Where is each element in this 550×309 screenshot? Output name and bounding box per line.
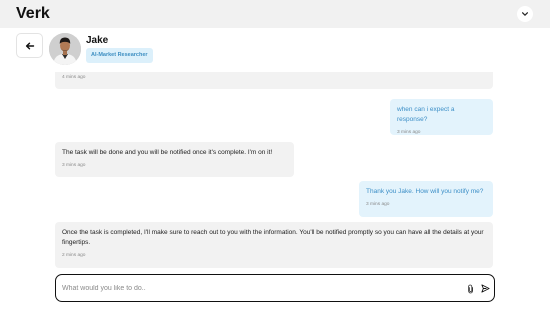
message-input[interactable] (62, 282, 442, 295)
send-icon (481, 284, 490, 293)
arrow-left-icon (25, 42, 34, 49)
agent-role-badge: AI-Market Researcher (86, 48, 153, 63)
back-button[interactable] (16, 33, 43, 58)
message-text: The task will be done and you will be no… (62, 149, 273, 156)
menu-button[interactable] (517, 6, 533, 22)
message-bubble: Thank you Jake. How will you notify me? … (359, 181, 493, 217)
message-timestamp: 3 mins ago (397, 130, 421, 135)
message-text: when can i expect a response? (397, 106, 455, 123)
chevron-down-icon (522, 12, 528, 16)
send-button[interactable] (480, 283, 491, 294)
top-bar: Verk (0, 0, 550, 28)
agent-name: Jake (86, 35, 109, 46)
agent-avatar (49, 33, 81, 65)
message-bubble: The task will be done and you will be no… (55, 142, 294, 177)
attach-button[interactable] (466, 283, 476, 294)
message-bubble: Once the task is completed, I'll make su… (55, 222, 493, 268)
message-composer (55, 274, 495, 302)
message-timestamp: 4 mins ago (62, 75, 86, 80)
message-timestamp: 3 mins ago (366, 202, 390, 207)
message-timestamp: 3 mins ago (62, 163, 86, 168)
message-text: Once the task is completed, I'll make su… (62, 229, 484, 246)
paperclip-icon (468, 284, 473, 293)
message-bubble: when can i expect a response? 3 mins ago (390, 99, 493, 135)
message-bubble: 4 mins ago (55, 72, 493, 89)
message-timestamp: 2 mins ago (62, 253, 86, 258)
message-text: Thank you Jake. How will you notify me? (366, 188, 484, 195)
app-title: Verk (16, 5, 50, 22)
chat-thread[interactable]: 4 mins ago when can i expect a response?… (55, 72, 495, 274)
